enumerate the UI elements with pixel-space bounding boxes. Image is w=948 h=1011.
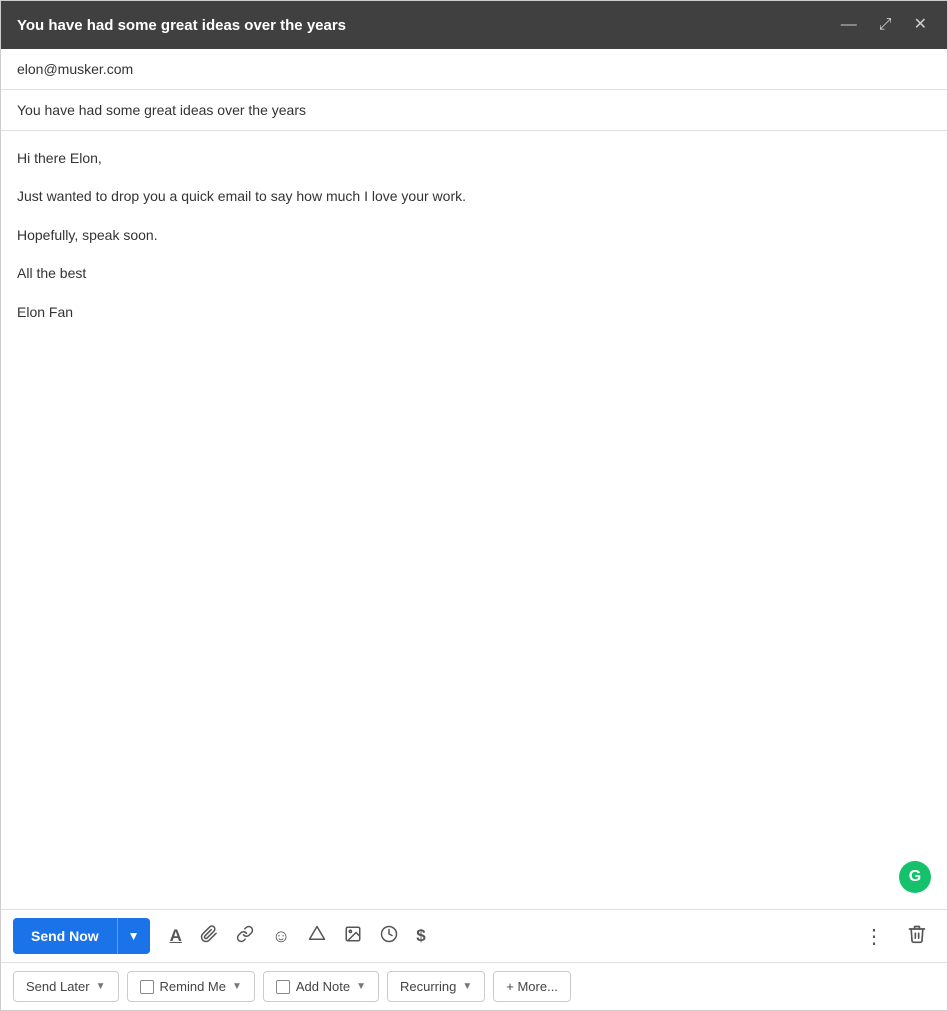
add-note-button[interactable]: Add Note ▼	[263, 971, 379, 1002]
link-icon	[236, 925, 254, 948]
more-options-button[interactable]: ⋮	[856, 920, 893, 953]
to-input[interactable]	[17, 61, 931, 77]
body-closing1: All the best	[17, 262, 931, 284]
body-closing2: Elon Fan	[17, 301, 931, 323]
title-bar-controls: — ⤢ ✕	[837, 15, 931, 35]
recurring-arrow-icon: ▼	[462, 981, 472, 992]
dollar-icon: $	[416, 926, 425, 946]
attach-button[interactable]	[194, 921, 224, 952]
title-bar: You have had some great ideas over the y…	[1, 1, 947, 49]
delete-icon	[907, 928, 927, 948]
emoji-button[interactable]: ☺	[266, 922, 296, 951]
photo-button[interactable]	[338, 921, 368, 952]
to-field	[1, 49, 947, 90]
remind-me-button[interactable]: Remind Me ▼	[127, 971, 255, 1002]
bottom-bar: Send Later ▼ Remind Me ▼ Add Note ▼ Recu…	[1, 962, 947, 1010]
add-note-checkbox-icon	[276, 980, 290, 994]
window-title: You have had some great ideas over the y…	[17, 17, 346, 34]
more-button[interactable]: + More...	[493, 971, 571, 1002]
maximize-button[interactable]: ⤢	[875, 15, 896, 35]
attach-icon	[200, 925, 218, 948]
grammarly-label: G	[909, 864, 921, 890]
delete-button[interactable]	[899, 920, 935, 953]
body-paragraph2: Hopefully, speak soon.	[17, 224, 931, 246]
remind-me-arrow-icon: ▼	[232, 981, 242, 992]
minimize-button[interactable]: —	[837, 15, 861, 35]
send-later-label: Send Later	[26, 979, 90, 994]
emoji-icon: ☺	[272, 926, 290, 947]
add-note-label: Add Note	[296, 979, 350, 994]
send-later-arrow-icon: ▼	[96, 981, 106, 992]
send-now-dropdown-button[interactable]: ▼	[118, 919, 150, 953]
schedule-icon	[380, 925, 398, 948]
subject-field	[1, 90, 947, 131]
toolbar: Send Now ▼ A ☺	[1, 909, 947, 962]
subject-input[interactable]	[17, 102, 931, 118]
compose-body[interactable]: Hi there Elon, Just wanted to drop you a…	[1, 131, 947, 909]
recurring-label: Recurring	[400, 979, 456, 994]
grammarly-badge[interactable]: G	[899, 861, 931, 893]
send-now-button[interactable]: Send Now	[13, 918, 118, 954]
add-note-arrow-icon: ▼	[356, 981, 366, 992]
send-later-button[interactable]: Send Later ▼	[13, 971, 119, 1002]
schedule-button[interactable]	[374, 921, 404, 952]
drive-button[interactable]	[302, 921, 332, 952]
close-button[interactable]: ✕	[910, 15, 931, 35]
link-button[interactable]	[230, 921, 260, 952]
remind-me-label: Remind Me	[160, 979, 226, 994]
remind-me-checkbox-icon	[140, 980, 154, 994]
compose-window: You have had some great ideas over the y…	[0, 0, 948, 1011]
dollar-button[interactable]: $	[410, 922, 431, 950]
recurring-button[interactable]: Recurring ▼	[387, 971, 485, 1002]
format-text-button[interactable]: A	[164, 922, 188, 950]
body-paragraph1: Just wanted to drop you a quick email to…	[17, 185, 931, 207]
more-vert-icon: ⋮	[864, 926, 885, 948]
format-text-icon: A	[170, 926, 182, 946]
drive-icon	[308, 925, 326, 948]
photo-icon	[344, 925, 362, 948]
body-greeting: Hi there Elon,	[17, 147, 931, 169]
send-button-group: Send Now ▼	[13, 918, 150, 954]
